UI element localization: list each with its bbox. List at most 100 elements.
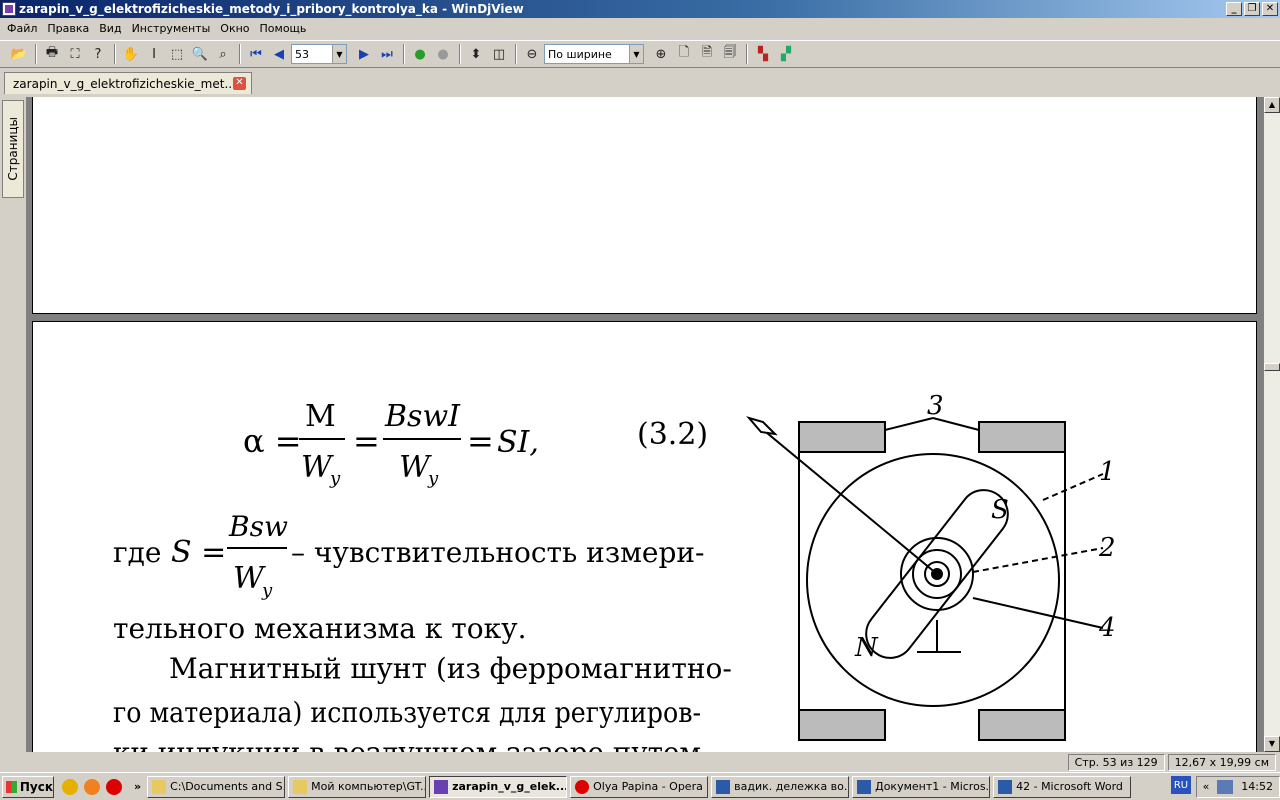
menu-view[interactable]: Вид [94, 22, 126, 35]
continuous-layout-icon[interactable]: ⬍ [465, 43, 487, 65]
forward-icon[interactable]: ● [432, 43, 454, 65]
task-word-1[interactable]: вадик. дележка во... [711, 775, 850, 798]
menu-window[interactable]: Окно [215, 22, 254, 35]
toolbar: 📂 🖶 ⛶ ? ✋ I ⬚ 🔍 ⌕ ⏮ ◀ 53 ▼ ▶ ⏭ ● ● ⬍ ◫ ⊖… [0, 40, 1280, 68]
zoom-icon[interactable]: 🔍 [189, 43, 211, 65]
text-select-icon[interactable]: I [143, 43, 165, 65]
zoom-in-icon[interactable]: ⊕ [650, 43, 672, 65]
task-opera[interactable]: Olya Papina - Opera [570, 775, 709, 798]
toolbar-separator [746, 44, 748, 64]
network-icon[interactable] [1217, 779, 1234, 794]
tray-expand-chevron[interactable]: « [1203, 780, 1210, 793]
back-icon[interactable]: ● [409, 43, 431, 65]
open-icon[interactable]: 📂 [8, 43, 30, 65]
last-page-icon[interactable]: ⏭ [376, 43, 398, 65]
label-3: 3 [927, 391, 944, 421]
pole-bottom-left [798, 709, 886, 741]
folder-icon [152, 779, 167, 794]
page-number-combo[interactable]: 53 ▼ [291, 44, 347, 64]
rotate-icon[interactable]: ▞ [775, 43, 797, 65]
toolbar-separator [114, 44, 116, 64]
document-tab[interactable]: zarapin_v_g_elektrofizicheskie_met... ✕ [4, 72, 252, 94]
system-tray: « 14:52 [1195, 775, 1280, 798]
clock[interactable]: 14:52 [1241, 780, 1273, 793]
hand-tool-icon[interactable]: ✋ [120, 43, 142, 65]
svg-text:BswI: BswI [384, 399, 461, 434]
page-current: α = M Wy = BswI Wy = SI, (3.2) где S = B… [32, 321, 1257, 752]
quicklaunch-icon[interactable] [84, 778, 100, 795]
toolbar-separator [403, 44, 405, 64]
document-tab-label: zarapin_v_g_elektrofizicheskie_met... [13, 76, 236, 91]
taskbar: Пуск » C:\Documents and S... Мой компьют… [0, 772, 1280, 800]
where-word: где [113, 536, 161, 569]
fit-width-icon[interactable]: 🗐 [719, 43, 741, 65]
tab-row: zarapin_v_g_elektrofizicheskie_met... ✕ [0, 70, 1280, 96]
restore-button[interactable]: ❐ [1244, 2, 1260, 16]
sensitivity-text: – чувствительность измери- [291, 536, 705, 569]
windjview-icon [434, 779, 449, 794]
word-icon [857, 779, 872, 794]
word-icon [998, 779, 1013, 794]
label-n: N [854, 633, 879, 663]
pages-tab-label: Страницы [6, 117, 20, 181]
chevron-down-icon[interactable]: ▼ [332, 45, 346, 63]
pole-top-left [798, 421, 886, 453]
svg-text:S =: S = [171, 535, 226, 570]
menu-edit[interactable]: Правка [42, 22, 94, 35]
display-mode-icon[interactable]: ▚ [752, 43, 774, 65]
svg-text:M: M [305, 399, 336, 434]
task-word-2[interactable]: Документ1 - Micros... [852, 775, 991, 798]
task-word-3[interactable]: 42 - Microsoft Word [993, 775, 1132, 798]
actual-size-icon[interactable]: 🗋 [673, 43, 695, 65]
label-4: 4 [1098, 613, 1116, 643]
quicklaunch-chevron[interactable]: » [134, 780, 141, 793]
start-button[interactable]: Пуск [2, 775, 54, 798]
prev-page-icon[interactable]: ◀ [268, 43, 290, 65]
document-viewer[interactable]: α = M Wy = BswI Wy = SI, (3.2) где S = B… [26, 97, 1264, 752]
fit-page-icon[interactable]: 🗎 [696, 43, 718, 65]
scroll-down-icon[interactable]: ▼ [1264, 736, 1280, 752]
zoom-out-icon[interactable]: ⊖ [521, 43, 543, 65]
task-explorer-documents[interactable]: C:\Documents and S... [147, 775, 286, 798]
page-number-value: 53 [295, 47, 309, 61]
opera-quicklaunch-icon[interactable] [106, 778, 122, 795]
svg-text:Bsw: Bsw [228, 510, 288, 543]
task-my-computer[interactable]: Мой компьютер\GT... [288, 775, 427, 798]
first-page-icon[interactable]: ⏮ [245, 43, 267, 65]
quicklaunch-icon[interactable] [62, 778, 78, 795]
close-button[interactable]: ✕ [1262, 2, 1278, 16]
menu-file[interactable]: Файл [2, 22, 42, 35]
zoom-rect-icon[interactable]: ⌕ [212, 43, 234, 65]
chevron-down-icon[interactable]: ▼ [629, 45, 643, 63]
vertical-scrollbar[interactable]: ▲ ▼ [1264, 97, 1280, 752]
window-title: zarapin_v_g_elektrofizicheskie_metody_i_… [19, 2, 524, 16]
folder-icon [293, 779, 308, 794]
toolbar-separator [239, 44, 241, 64]
scroll-up-icon[interactable]: ▲ [1264, 97, 1280, 113]
next-page-icon[interactable]: ▶ [353, 43, 375, 65]
minimize-button[interactable]: _ [1226, 2, 1242, 16]
svg-text:SI,: SI, [497, 425, 539, 460]
menu-bar: Файл Правка Вид Инструменты Окно Помощь [0, 19, 1280, 37]
body-text: тельного механизма к току. Магнитный шун… [113, 612, 732, 752]
menu-help[interactable]: Помощь [255, 22, 312, 35]
start-label: Пуск [19, 779, 53, 794]
svg-text:y: y [261, 580, 273, 601]
windjview-app-icon[interactable] [2, 2, 16, 16]
print-icon[interactable]: 🖶 [41, 43, 63, 65]
pages-sidebar-tab[interactable]: Страницы [2, 100, 24, 198]
zoom-combo[interactable]: По ширине ▼ [544, 44, 644, 64]
zoom-value: По ширине [548, 47, 612, 61]
close-tab-icon[interactable]: ✕ [233, 77, 246, 90]
rect-select-icon[interactable]: ⬚ [166, 43, 188, 65]
task-windjview[interactable]: zarapin_v_g_elek... [429, 775, 568, 798]
language-indicator[interactable]: RU [1171, 776, 1191, 794]
scroll-thumb[interactable] [1264, 363, 1280, 371]
label-1: 1 [1099, 457, 1116, 487]
label-2: 2 [1098, 533, 1116, 563]
help-icon[interactable]: ? [87, 43, 109, 65]
page-scan: α = M Wy = BswI Wy = SI, (3.2) где S = B… [113, 391, 1116, 752]
find-icon[interactable]: ⛶ [64, 43, 86, 65]
two-page-layout-icon[interactable]: ◫ [488, 43, 510, 65]
menu-tools[interactable]: Инструменты [127, 22, 216, 35]
